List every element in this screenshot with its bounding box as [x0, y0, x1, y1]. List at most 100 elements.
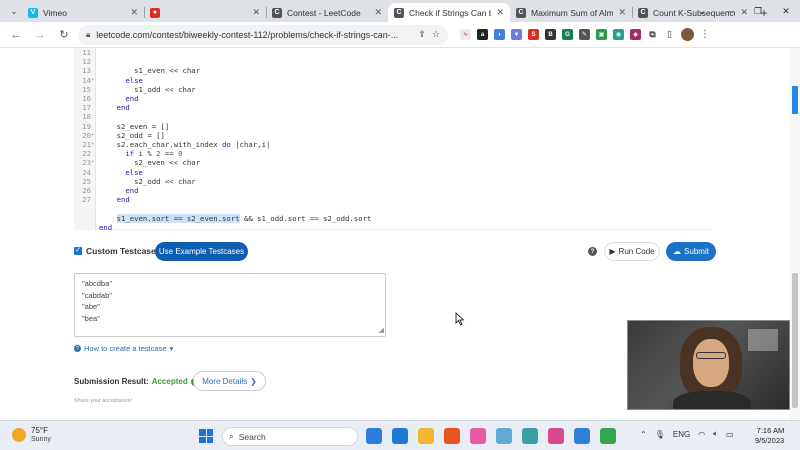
close-tab-icon[interactable]: ✕ — [374, 7, 382, 18]
code-text: end — [125, 186, 139, 195]
start-button[interactable] — [199, 429, 213, 443]
code-editor[interactable]: 11 s1_even << char 12 else 13 ▾ s1_odd << … — [74, 48, 714, 232]
code-line: 26 — [74, 186, 92, 195]
share-icon[interactable]: ⇪ — [418, 29, 426, 40]
more-details-button[interactable]: More Details ❯ — [193, 371, 266, 391]
line-number: 17 — [82, 103, 91, 113]
menu-kebab-icon[interactable]: ⋮ — [700, 29, 710, 40]
extension-1-icon[interactable]: ∿ — [460, 29, 471, 40]
itunes-icon[interactable] — [470, 428, 486, 444]
extension-11-icon[interactable]: ◆ — [630, 29, 641, 40]
code-text: s1_odd << char — [99, 84, 196, 94]
extensions-puzzle-icon[interactable]: ⧉ — [647, 29, 658, 40]
search-placeholder: Search — [238, 431, 266, 442]
submit-label: Submit — [684, 247, 709, 256]
clock-time: 7:16 AM — [756, 426, 785, 435]
chevron-up-icon[interactable]: ⌃ — [640, 430, 647, 439]
use-example-testcases-button[interactable]: Use Example Testcases — [155, 242, 248, 261]
file-explorer-icon[interactable] — [418, 428, 434, 444]
address-bar[interactable]: 🔒︎ leetcode.com/contest/biweekly-contest… — [78, 24, 448, 45]
extension-9-icon[interactable]: ▣ — [596, 29, 607, 40]
share-acceptance-text[interactable]: Share your acceptance! — [74, 398, 132, 404]
testcase-toolbar: ✓ Custom Testcase Use Example Testcases … — [74, 242, 716, 262]
browser-tab[interactable]: C Contest - LeetCode ✕ — [266, 3, 388, 22]
weather-widget[interactable]: 75°F Sunny — [12, 426, 51, 444]
maximize-button[interactable]: ❐ — [744, 0, 772, 22]
scrollbar-thumb[interactable] — [792, 273, 798, 408]
ubuntu-icon[interactable] — [444, 428, 460, 444]
clock[interactable]: 7:16 AM 9/5/2023 — [755, 426, 784, 446]
reload-button[interactable]: ↻ — [54, 25, 74, 45]
run-code-button[interactable]: ▶ Run Code — [604, 242, 660, 261]
wifi-icon[interactable]: ◠ — [698, 430, 705, 439]
photos-icon[interactable] — [496, 428, 512, 444]
browser-tab[interactable]: C Check if Strings Can be ✕ — [388, 3, 510, 22]
code-line: end — [74, 204, 112, 232]
browser-tab[interactable]: V Vimeo ✕ — [22, 3, 144, 22]
bookmark-star-icon[interactable]: ☆ — [432, 29, 440, 40]
close-window-button[interactable]: ✕ — [772, 0, 800, 22]
code-text: end — [116, 195, 130, 205]
line-number: 19 — [82, 121, 91, 131]
extension-8-icon[interactable]: ✎ — [579, 29, 590, 40]
snipping-tool-icon[interactable] — [548, 428, 564, 444]
extension-4-icon[interactable]: ▼ — [511, 29, 522, 40]
leetcode-icon: C — [394, 7, 404, 18]
page-scrollbar[interactable] — [790, 48, 800, 420]
code-line: 17 s2_even = [] — [74, 103, 169, 130]
code-line: 20 ▾ if i % 2 == 0 — [74, 131, 182, 158]
copilot-icon[interactable] — [366, 428, 382, 444]
help-icon[interactable]: ? — [588, 247, 597, 256]
code-text: end — [99, 222, 113, 232]
close-tab-icon[interactable]: ✕ — [130, 7, 138, 18]
extension-6-icon[interactable]: B — [545, 29, 556, 40]
chrome-icon[interactable] — [600, 428, 616, 444]
code-line: 18 s2_odd = [] — [74, 112, 165, 139]
extension-3-icon[interactable]: ◗ — [494, 29, 505, 40]
vscode-icon[interactable] — [392, 428, 408, 444]
close-tab-icon[interactable]: ✕ — [496, 7, 504, 18]
volume-icon[interactable]: 🔈︎ — [713, 429, 718, 439]
adblock-icon[interactable]: S — [528, 29, 539, 40]
minimize-button[interactable]: — — [716, 0, 744, 22]
how-to-create-testcase-link[interactable]: ? How to create a testcase ▾ — [74, 344, 173, 353]
more-details-label: More Details — [202, 376, 248, 386]
profile-avatar[interactable] — [681, 28, 694, 41]
submit-button[interactable]: ☁ Submit — [666, 242, 716, 261]
extension-7-icon[interactable]: G — [562, 29, 573, 40]
extension-10-icon[interactable]: ◉ — [613, 29, 624, 40]
code-line: 12 else — [74, 57, 143, 84]
line-number: 24 — [82, 167, 91, 177]
close-tab-icon[interactable]: ✕ — [252, 7, 260, 18]
taskbar-search[interactable]: ⌕ Search — [222, 427, 358, 446]
browser-tab[interactable]: C Maximum Sum of Almo ✕ — [510, 3, 632, 22]
resize-handle-icon[interactable]: ◢ — [379, 325, 384, 337]
close-tab-icon[interactable]: ✕ — [618, 7, 626, 18]
onedrive-icon[interactable] — [574, 428, 590, 444]
custom-testcase-checkbox[interactable]: ✓ — [74, 247, 82, 255]
battery-icon[interactable]: ▭ — [726, 430, 734, 439]
window-chevron-icon[interactable]: ⌄ — [688, 0, 716, 22]
notepad-icon[interactable] — [522, 428, 538, 444]
testcase-input[interactable]: "abcdba" "cabdab" "abe" "bea" ◢ — [74, 273, 386, 337]
back-button[interactable]: ← — [6, 25, 26, 45]
line-number: 23 — [82, 158, 91, 168]
browser-tab-bar: ⌄ V Vimeo ✕ ● ✕ C Contest - LeetCode ✕ C Ch… — [0, 0, 800, 22]
code-text: s1_even.sort == s2_even.sort && s1_odd.s… — [116, 213, 372, 223]
fold-icon[interactable]: ▾ — [91, 131, 95, 140]
browser-tab[interactable]: ● ✕ — [144, 3, 266, 22]
vimeo-icon: V — [28, 7, 38, 18]
play-icon: ▶ — [609, 247, 616, 256]
extension-2-icon[interactable]: a — [477, 29, 488, 40]
microphone-icon[interactable]: 🎙︎ — [655, 430, 665, 439]
tab-search-chevron-icon[interactable]: ⌄ — [6, 0, 22, 22]
side-panel-icon[interactable]: ▯ — [664, 29, 675, 40]
language-indicator[interactable]: ENG — [673, 430, 690, 439]
fold-icon[interactable]: ▾ — [91, 158, 95, 167]
fold-icon[interactable]: ▾ — [91, 140, 95, 149]
forward-button[interactable]: → — [30, 25, 50, 45]
webcam-person-face — [693, 339, 729, 387]
fold-icon[interactable]: ▾ — [91, 76, 95, 85]
code-line: 22 ▾ else — [74, 149, 143, 176]
code-text: else — [125, 167, 143, 177]
